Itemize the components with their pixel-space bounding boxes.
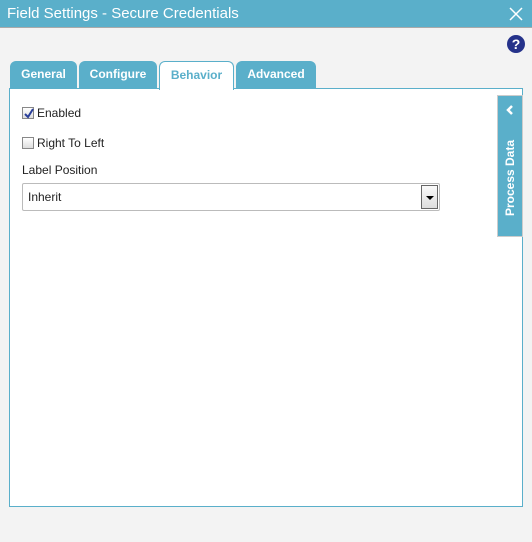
help-icon[interactable]: ? <box>507 35 525 53</box>
tab-advanced[interactable]: Advanced <box>236 61 316 89</box>
window-title: Field Settings - Secure Credentials <box>7 5 239 22</box>
enabled-checkbox[interactable] <box>22 107 34 119</box>
label-position-label: Label Position <box>22 163 98 177</box>
label-position-select[interactable]: Inherit <box>22 183 440 211</box>
right-to-left-label: Right To Left <box>37 136 105 150</box>
tab-general[interactable]: General <box>10 61 77 89</box>
tab-configure[interactable]: Configure <box>79 61 157 89</box>
chevron-left-icon <box>506 105 513 115</box>
enabled-label: Enabled <box>37 106 82 120</box>
title-bar: Field Settings - Secure Credentials <box>0 0 532 28</box>
close-icon[interactable] <box>508 0 524 28</box>
behavior-panel: Enabled Right To Left Label Position Inh… <box>9 88 523 507</box>
chevron-down-icon[interactable] <box>421 185 438 209</box>
label-position-value: Inherit <box>28 190 62 204</box>
right-to-left-checkbox[interactable] <box>22 137 34 149</box>
process-data-tab[interactable]: Process Data <box>497 95 523 237</box>
tab-behavior[interactable]: Behavior <box>159 61 234 90</box>
process-data-label: Process Data <box>503 139 517 217</box>
